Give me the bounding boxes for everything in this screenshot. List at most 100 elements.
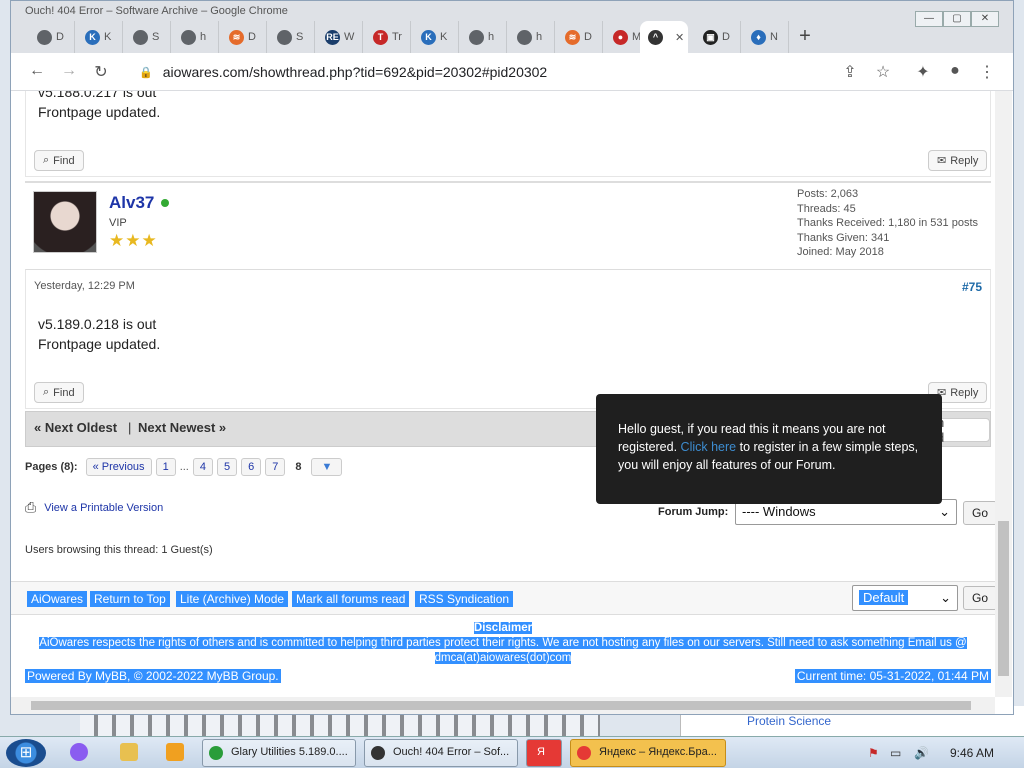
user-rank: VIP (109, 217, 127, 229)
tab[interactable]: T Tr (365, 21, 411, 53)
horizontal-scrollbar[interactable] (11, 697, 995, 714)
back-button[interactable]: ← (27, 62, 47, 80)
scroll-thumb[interactable] (31, 701, 971, 710)
close-tab-icon[interactable]: ✕ (675, 31, 684, 44)
tab[interactable]: KK (77, 21, 123, 53)
next-oldest-link[interactable]: « Next Oldest (34, 420, 117, 435)
join-date: Joined: May 2018 (797, 246, 884, 259)
task-yandex-browser[interactable]: Яндекс – Яндекс.Бра... (570, 739, 726, 767)
thanks-received: Thanks Received: 1,180 in 531 posts (797, 217, 979, 230)
share-icon[interactable]: ⇪ (840, 62, 860, 82)
extensions-icon[interactable]: ✦ (913, 62, 933, 82)
tab[interactable]: ♦ N (743, 21, 789, 53)
previous-page-link[interactable]: « Previous (85, 458, 152, 476)
post-number-link[interactable]: #75 (962, 280, 982, 294)
find-label: Find (53, 386, 75, 399)
printable-label: View a Printable Version (44, 501, 164, 514)
taskbar: ⊞ Glary Utilities 5.189.0.... Ouch! 404 … (0, 736, 1024, 768)
next-newest-link[interactable]: Next Newest » (138, 420, 226, 435)
volume-icon[interactable]: 🔊 (914, 746, 929, 760)
display-icon[interactable]: ▭ (890, 746, 901, 760)
tab[interactable]: RE W (317, 21, 363, 53)
reply-button[interactable]: ✉ Reply (928, 150, 988, 171)
printable-version-link[interactable]: ⎙ View a Printable Version (25, 499, 163, 516)
tab[interactable]: S (125, 21, 171, 53)
minimize-button[interactable]: — (915, 11, 943, 27)
pagination-dropdown-icon[interactable]: ▼ (311, 458, 343, 476)
theme-select[interactable]: Default ⌄ (852, 585, 958, 611)
window-title: Ouch! 404 Error – Software Archive – Goo… (25, 5, 288, 17)
maximize-button[interactable]: ▢ (943, 11, 971, 27)
new-tab-button[interactable]: + (793, 25, 817, 48)
tab[interactable]: S (269, 21, 315, 53)
close-window-button[interactable]: ✕ (971, 11, 999, 27)
pagination: Pages (8): « Previous 1 ... 4 5 6 7 8 ▼ (25, 458, 343, 476)
scroll-thumb[interactable] (998, 521, 1009, 676)
tab[interactable]: ▣ D (695, 21, 741, 53)
previous-post: v5.188.0.217 is out Frontpage updated. ⌕… (25, 91, 991, 177)
tab[interactable]: ≋ D (557, 21, 603, 53)
disclaimer-text: AiOwares respects the rights of others a… (39, 637, 967, 649)
task-yandex-short[interactable]: Я (526, 739, 562, 767)
address-bar[interactable]: 🔒 aiowares.com/showthread.php?tid=692&pi… (129, 59, 909, 85)
background-sketch (80, 714, 600, 736)
profile-icon[interactable]: ● (945, 62, 965, 80)
tab[interactable]: h (509, 21, 555, 53)
forward-button[interactable]: → (59, 62, 79, 80)
post-line: Frontpage updated. (38, 104, 161, 120)
forum-jump-go-button[interactable]: Go (963, 501, 995, 525)
footer-link-lite[interactable]: Lite (Archive) Mode (176, 591, 289, 607)
task-chrome-ouch[interactable]: Ouch! 404 Error – Sof... (364, 739, 518, 767)
thanks-given: Thanks Given: 341 (797, 231, 890, 244)
tab[interactable]: h (461, 21, 507, 53)
media-player-icon[interactable] (166, 743, 184, 761)
tab[interactable]: ≋ D (221, 21, 267, 53)
background-text: Protein Science (747, 714, 832, 728)
post-author-panel: Alv37 VIP ★★★ Posts: 2,063 Threads: 45 T… (25, 181, 991, 269)
tab-label: N (770, 31, 778, 43)
footer-link-top[interactable]: Return to Top (90, 591, 170, 607)
find-button[interactable]: ⌕ Find (34, 150, 84, 171)
username-link[interactable]: Alv37 (109, 193, 154, 213)
reply-label: Reply (950, 154, 979, 167)
tab-favicon-icon (469, 29, 484, 45)
find-label: Find (53, 154, 75, 167)
find-button[interactable]: ⌕ Find (34, 382, 84, 403)
footer-link-home[interactable]: AiOwares (27, 591, 88, 607)
register-link[interactable]: Click here (681, 440, 737, 454)
clock[interactable]: 9:46 AM (950, 746, 994, 760)
vertical-scrollbar[interactable] (995, 91, 1012, 697)
theme-go-button[interactable]: Go (963, 586, 995, 610)
avatar[interactable] (33, 191, 97, 253)
page-link[interactable]: 1 (155, 458, 176, 476)
footer-link-mark-read[interactable]: Mark all forums read (292, 591, 410, 607)
printer-icon: ⎙ (25, 499, 37, 515)
quicklaunch-icon[interactable] (70, 743, 88, 761)
tab[interactable]: ^ ✕ (640, 21, 688, 53)
page-link[interactable]: 7 (265, 458, 286, 476)
tab-favicon-icon: ^ (648, 29, 663, 45)
tab[interactable]: h (173, 21, 219, 53)
tab[interactable]: D (29, 21, 75, 53)
online-status-icon (161, 199, 169, 207)
task-glary-utilities[interactable]: Glary Utilities 5.189.0.... (202, 739, 356, 767)
explorer-icon[interactable] (120, 743, 138, 761)
reload-button[interactable]: ↻ (91, 62, 111, 82)
pages-label: Pages (8): (25, 461, 78, 473)
tab[interactable]: KK (413, 21, 459, 53)
bookmark-star-icon[interactable]: ☆ (873, 62, 893, 82)
tab-favicon-icon (517, 29, 532, 45)
tab-label: h (200, 31, 207, 43)
tab-bar: Ouch! 404 Error – Software Archive – Goo… (11, 1, 1013, 53)
network-warning-icon[interactable]: ⚑ (868, 746, 879, 760)
start-button[interactable]: ⊞ (6, 739, 46, 767)
menu-icon[interactable]: ⋮ (977, 62, 997, 82)
page-link[interactable]: 6 (241, 458, 262, 476)
task-label: Glary Utilities 5.189.0.... (231, 746, 348, 758)
reply-icon: ✉ (937, 155, 947, 167)
page-link[interactable]: 4 (192, 458, 213, 476)
footer-link-rss[interactable]: RSS Syndication (415, 591, 514, 607)
tab-label: D (584, 31, 592, 43)
browser-toolbar: ← → ↻ 🔒 aiowares.com/showthread.php?tid=… (11, 53, 1013, 91)
page-link[interactable]: 5 (216, 458, 238, 476)
